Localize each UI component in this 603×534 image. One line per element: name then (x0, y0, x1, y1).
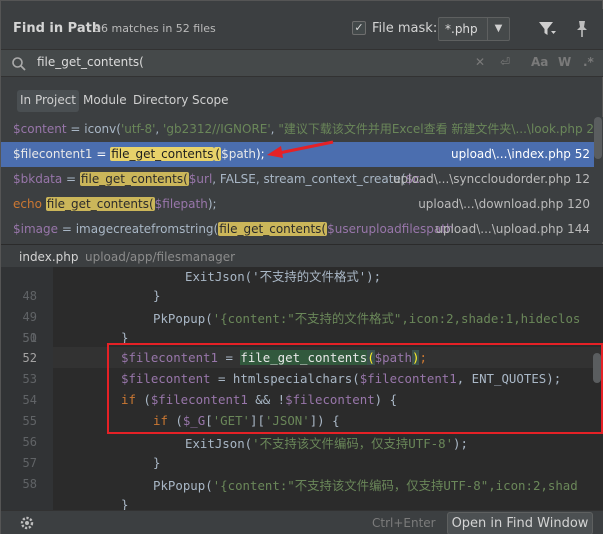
match-highlight: file_get_contents (110, 147, 215, 161)
results-scroll-thumb[interactable] (594, 117, 602, 159)
code-line: } (121, 497, 129, 510)
code-line: PkPopup('{content:"不支持该文件编码，仅支持UTF-8",ic… (153, 476, 578, 494)
preview-file-name: index.php (19, 250, 79, 264)
match-highlight: file_get_contents( (45, 197, 155, 211)
file-mask-combo[interactable]: *.php ▼ (438, 17, 510, 41)
code-line: ExitJson('不支持的文件格式'); (185, 267, 381, 285)
line-number: 49 (22, 310, 37, 324)
match-highlight: file_get_contents( (218, 222, 328, 236)
annotation-arrow (267, 140, 334, 158)
popup-title: Find in Path (13, 21, 102, 36)
result-row[interactable]: echo file_get_contents($filepath); uploa… (1, 192, 594, 217)
line-number: 57 (22, 456, 37, 470)
filter-icon[interactable] (537, 19, 557, 39)
line-number: 48 (22, 289, 37, 303)
code-line: } (153, 288, 161, 303)
result-keyword: echo (13, 197, 42, 211)
result-string: 'gb2312//IGNORE' (163, 122, 271, 136)
line-number: 53 (22, 372, 37, 386)
code-text: ExitJson('不支持的文件格式'); (185, 269, 382, 284)
file-mask-label[interactable]: File mask: (372, 21, 437, 36)
tab-scope[interactable]: Scope (189, 90, 232, 112)
line-number-51: 51 (22, 331, 37, 345)
words-toggle[interactable]: W (558, 55, 571, 69)
scope-tabs: In Project Module Directory Scope (1, 87, 603, 113)
results-scrollbar[interactable] (594, 117, 602, 242)
code-string: '{content:"不支持的文件格式",icon:2,shade:1,hide… (212, 311, 581, 326)
search-bar[interactable]: file_get_contents( ✕ ⏎ Aa W .* (1, 49, 603, 77)
result-var: $filepath (154, 197, 208, 211)
result-var: $image (13, 222, 59, 236)
code-line: } (153, 455, 161, 470)
result-row[interactable]: $bkdata = file_get_contents($url, FALSE,… (1, 167, 594, 192)
code-fn: ExitJson( (185, 436, 253, 451)
line-number: 54 (22, 393, 37, 407)
results-list: $content = iconv('utf-8', 'gb2312//IGNOR… (1, 117, 603, 242)
tab-directory[interactable]: Directory (130, 90, 191, 112)
result-code: = (62, 172, 80, 186)
open-in-find-window-button[interactable]: Open in Find Window (447, 512, 593, 534)
gear-icon[interactable] (19, 515, 35, 531)
find-in-path-popup: Find in Path 96 matches in 52 files ✓ Fi… (0, 0, 603, 534)
line-number-52: 52 (22, 351, 37, 365)
code-fn: PkPopup( (153, 311, 213, 326)
file-mask-checkbox[interactable]: ✓ (352, 21, 366, 35)
result-code: = imagecreatefromstring( (58, 222, 219, 236)
result-var: $content (13, 122, 67, 136)
result-code: ); (255, 147, 265, 161)
tab-in-project[interactable]: In Project (17, 90, 80, 112)
code-line: PkPopup('{content:"不支持的文件格式",icon:2,shad… (153, 309, 580, 327)
code-string: '不支持该文件编码，仅支持UTF-8' (252, 436, 454, 451)
code-fn: PkPopup( (153, 478, 213, 493)
match-count: 96 matches in 52 files (94, 22, 216, 35)
result-row[interactable]: $image = imagecreatefromstring(file_get_… (1, 217, 594, 242)
result-code: , (155, 122, 164, 136)
result-code: = iconv( (66, 122, 121, 136)
code-text: ); (453, 436, 468, 451)
code-line: ExitJson('不支持该文件编码，仅支持UTF-8'); (185, 434, 468, 452)
pin-icon[interactable] (573, 19, 591, 39)
result-var: $bkdata (13, 172, 63, 186)
match-highlight: file_get_contents( (79, 172, 189, 186)
preview-file-path: upload/app/filesmanager (85, 250, 236, 264)
annotation-box (107, 343, 603, 434)
tab-module[interactable]: Module (80, 90, 130, 112)
result-code: ); (207, 197, 217, 211)
line-gutter (1, 267, 53, 510)
result-location: upload\...\upload.php 144 (435, 222, 590, 236)
newline-icon[interactable]: ⏎ (500, 55, 510, 69)
chevron-down-icon[interactable]: ▼ (487, 18, 509, 40)
result-code: , FALSE, stream_context_create( (212, 172, 406, 186)
code-string: '{content:"不支持该文件编码，仅支持UTF-8",icon:2,sha… (212, 478, 578, 493)
file-mask-value[interactable]: *.php (445, 22, 478, 36)
search-icon (12, 57, 26, 71)
line-number: 55 (22, 414, 37, 428)
popup-footer: Ctrl+Enter Open in Find Window (1, 510, 603, 534)
result-var: $url (188, 172, 213, 186)
result-location: upload\...\download.php 120 (418, 197, 590, 211)
match-case-toggle[interactable]: Aa (531, 55, 548, 69)
result-string: 'utf-8' (120, 122, 156, 136)
line-number: 58 (22, 477, 37, 491)
popup-header: Find in Path 96 matches in 52 files ✓ Fi… (1, 9, 603, 49)
regex-toggle[interactable]: .* (583, 55, 594, 69)
clear-icon[interactable]: ✕ (475, 55, 485, 69)
result-string: "建议下载该文件并用Excel查看 新建文件夹\...\look.php 24 (278, 122, 594, 136)
result-location: upload\...\synccloudorder.php 12 (392, 172, 590, 186)
result-var: $path (221, 147, 256, 161)
search-input[interactable]: file_get_contents( (37, 55, 144, 69)
result-location: upload\...\index.php 52 (445, 142, 590, 167)
shortcut-hint: Ctrl+Enter (372, 516, 436, 530)
line-number: 56 (22, 435, 37, 449)
result-code: = (92, 147, 111, 161)
result-var: $filecontent1 (13, 147, 93, 161)
